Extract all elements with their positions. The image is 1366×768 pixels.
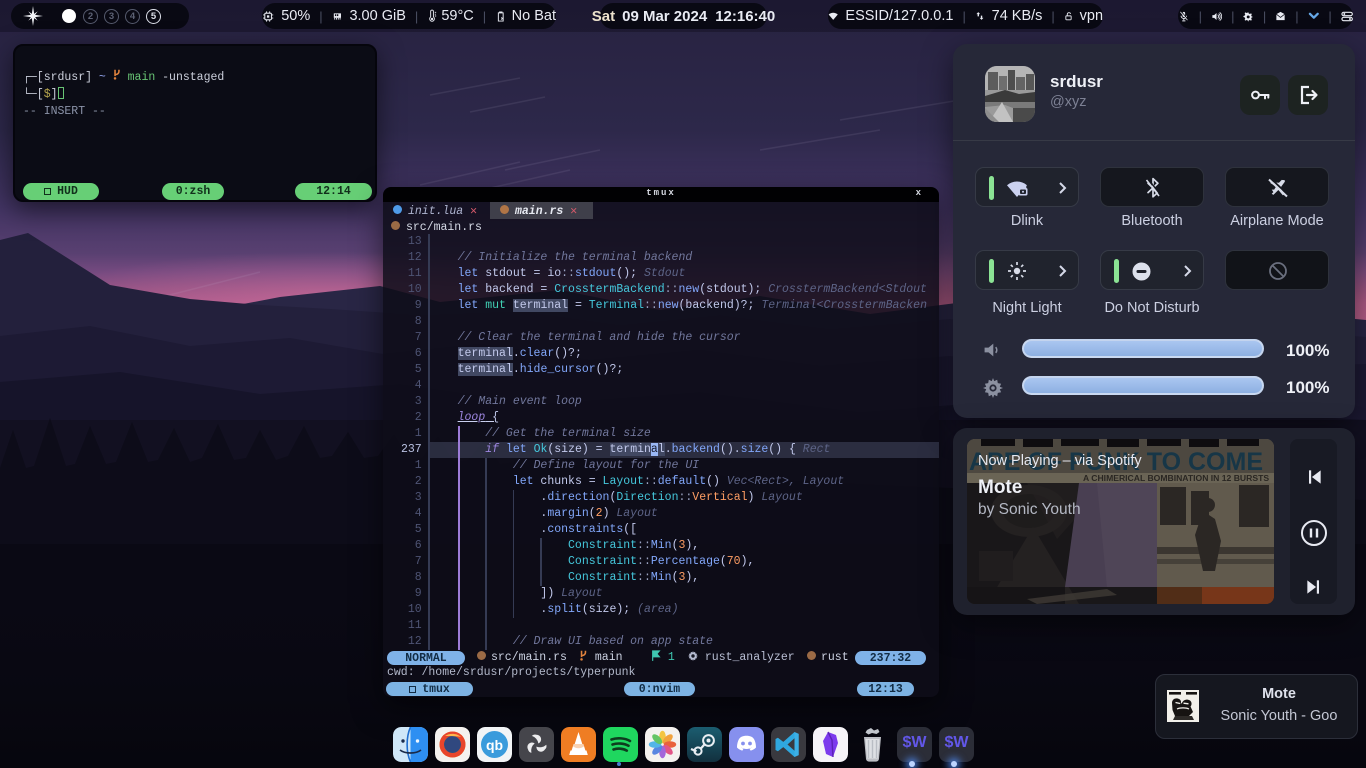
svg-text:qb: qb xyxy=(486,737,503,753)
